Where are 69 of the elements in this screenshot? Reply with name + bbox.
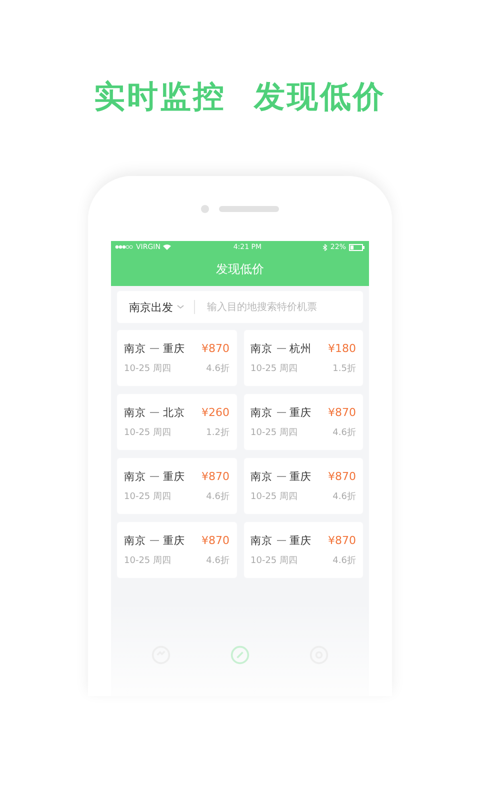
fare-price: ¥870 (328, 534, 356, 547)
route-line (276, 348, 286, 349)
fare-price: ¥870 (202, 470, 230, 483)
flight-date: 10-25 周四 (250, 362, 298, 374)
discount-rate: 4.6折 (206, 554, 230, 566)
fare-price: ¥180 (328, 342, 356, 355)
fare-price: ¥260 (202, 406, 230, 419)
discount-rate: 4.6折 (332, 554, 356, 566)
discount-rate: 4.6折 (332, 490, 356, 502)
deal-card[interactable]: 南京 重庆 ¥870 10-25 周四 4.6折 (117, 458, 236, 514)
headline: 实时监控 (94, 78, 226, 117)
departure-city: 南京 (124, 470, 146, 484)
discount-rate: 4.6折 (332, 426, 356, 438)
departure-city: 南京 (250, 534, 272, 548)
discount-rate: 1.5折 (332, 362, 356, 374)
route-line (276, 540, 286, 541)
route-line (150, 412, 159, 413)
deal-card[interactable]: 南京 重庆 ¥870 10-25 周四 4.6折 (244, 394, 363, 450)
fare-price: ¥870 (328, 470, 356, 483)
deal-card[interactable]: 南京 杭州 ¥180 10-25 周四 1.5折 (244, 330, 363, 386)
departure-city: 南京 (124, 342, 146, 356)
arrival-city: 北京 (163, 406, 185, 420)
fare-price: ¥870 (202, 534, 230, 547)
route-line (150, 540, 159, 541)
arrival-city: 重庆 (163, 470, 185, 484)
arrival-city: 重庆 (290, 534, 312, 548)
arrival-city: 重庆 (290, 470, 312, 484)
flight-date: 10-25 周四 (124, 426, 172, 438)
deal-card[interactable]: 南京 北京 ¥260 10-25 周四 1.2折 (117, 394, 236, 450)
arrival-city: 重庆 (290, 406, 312, 420)
deal-card[interactable]: 南京 重庆 ¥870 10-25 周四 4.6折 (117, 330, 236, 386)
flight-date: 10-25 周四 (250, 554, 298, 566)
signal-icon (115, 245, 133, 249)
deal-card[interactable]: 南京 重庆 ¥870 10-25 周四 4.6折 (117, 522, 236, 578)
circle-icon (230, 645, 250, 665)
chevron-down-icon (177, 305, 184, 309)
departure-city: 南京 (124, 534, 146, 548)
bluetooth-icon (323, 244, 328, 250)
discount-rate: 1.2折 (206, 426, 230, 438)
deal-card[interactable]: 南京 重庆 ¥870 10-25 周四 4.6折 (244, 458, 363, 514)
deal-card[interactable]: 南京 重庆 ¥870 10-25 周四 4.6折 (244, 522, 363, 578)
battery-icon (348, 244, 365, 250)
flight-date: 10-25 周四 (250, 426, 298, 438)
screen-title: 发现低价 (215, 261, 265, 278)
departure-city: 南京 (250, 342, 272, 356)
fare-price: ¥870 (202, 342, 230, 355)
departure-city: 南京 (124, 406, 146, 420)
route-line (150, 348, 159, 349)
discount-rate: 4.6折 (206, 362, 230, 374)
route-line (150, 476, 159, 477)
origin-dropdown[interactable]: 南京出发 (129, 300, 184, 314)
fare-price: ¥870 (328, 406, 356, 419)
tab-button[interactable] (228, 644, 251, 666)
speaker-icon (219, 206, 279, 212)
departure-city: 南京 (250, 470, 272, 484)
wifi-icon (163, 244, 172, 250)
arrival-city: 杭州 (290, 342, 312, 356)
arrival-city: 重庆 (163, 342, 185, 356)
camera-icon (201, 204, 209, 212)
flight-date: 10-25 周四 (124, 490, 172, 502)
route-line (276, 476, 286, 477)
discount-rate: 4.6折 (206, 490, 230, 502)
route-line (276, 412, 286, 413)
departure-city: 南京 (250, 406, 272, 420)
headline: 发现低价 (254, 78, 386, 117)
flight-date: 10-25 周四 (124, 554, 172, 566)
flight-date: 10-25 周四 (124, 362, 172, 374)
flight-date: 10-25 周四 (250, 490, 298, 502)
arrival-city: 重庆 (163, 534, 185, 548)
